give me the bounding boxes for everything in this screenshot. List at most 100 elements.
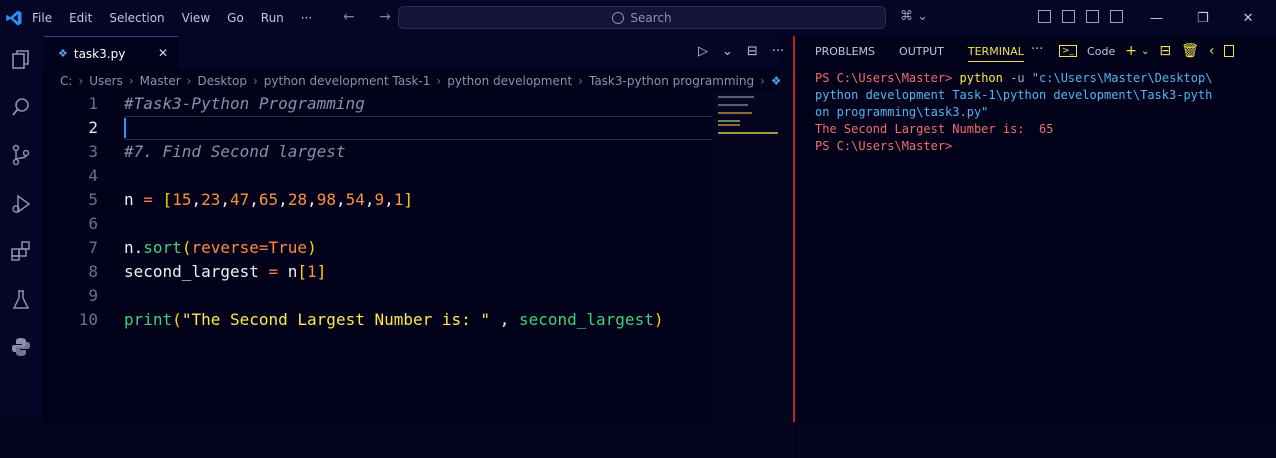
split-editor-icon[interactable]: ⊟: [747, 44, 758, 59]
menu-file[interactable]: File: [32, 11, 52, 25]
run-debug-icon[interactable]: [8, 191, 34, 217]
code-token: 1: [307, 262, 317, 281]
breadcrumb-item[interactable]: Task3-python programming: [589, 74, 754, 88]
code-line[interactable]: 7 n.sort(reverse=True): [42, 236, 712, 260]
customize-layout-icon[interactable]: [1038, 10, 1051, 23]
toggle-panel-icon[interactable]: [1086, 10, 1099, 23]
run-dropdown-icon[interactable]: ⌄: [722, 44, 733, 59]
line-number: 1: [88, 94, 98, 113]
chevron-right-icon: ›: [252, 74, 258, 88]
line-number: 8: [88, 262, 98, 281]
menu-edit[interactable]: Edit: [69, 11, 92, 25]
editor-more-actions-icon[interactable]: ···: [772, 44, 784, 59]
terminal-flag: -u: [1010, 71, 1025, 85]
breadcrumb-item[interactable]: python development Task-1: [264, 74, 431, 88]
code-editor[interactable]: 1 #Task3-Python Programming 2 3 #7. Find Sec…: [42, 92, 712, 332]
code-line[interactable]: 2: [42, 116, 712, 140]
terminal-line: The Second Largest Number is: 65: [815, 121, 1260, 138]
tab-task3-py[interactable]: ❖ task3.py ✕: [44, 36, 178, 70]
new-terminal-icon[interactable]: +: [1125, 43, 1137, 59]
code-token: 65: [258, 190, 279, 209]
editor-scrollbar[interactable]: [780, 72, 794, 458]
minimap[interactable]: [712, 92, 780, 422]
terminal-line: PS C:\Users\Master>: [815, 138, 1260, 155]
menu-run[interactable]: Run: [261, 11, 284, 25]
code-token: ,: [220, 190, 230, 209]
terminal-command: python: [959, 71, 1003, 85]
code-token: n: [124, 190, 144, 209]
breadcrumb-item[interactable]: Desktop: [197, 74, 247, 88]
maximize-panel-icon[interactable]: [1224, 45, 1235, 57]
breadcrumb-item[interactable]: Master: [140, 74, 181, 88]
restore-icon[interactable]: ❐: [1197, 11, 1209, 26]
extensions-icon[interactable]: [8, 238, 34, 264]
code-line[interactable]: 4: [42, 164, 712, 188]
code-line[interactable]: 8 second_largest = n[1]: [42, 260, 712, 284]
minimap-line: [718, 120, 740, 122]
terminal-path: "c:\Users\Master\Desktop\: [1031, 71, 1213, 85]
editor-actions: ▷ ⌄ ⊟ ···: [698, 44, 784, 59]
breadcrumb-item[interactable]: python development: [447, 74, 572, 88]
close-tab-icon[interactable]: ✕: [158, 46, 168, 60]
code-line[interactable]: 1 #Task3-Python Programming: [42, 92, 712, 116]
search-icon: [612, 11, 625, 24]
split-terminal-icon[interactable]: ⊟: [1159, 43, 1171, 59]
code-token: 47: [230, 190, 250, 209]
search-view-icon[interactable]: [8, 94, 34, 120]
code-token: 54: [345, 190, 365, 209]
kill-terminal-icon[interactable]: 🗑: [1181, 43, 1199, 59]
terminal-output[interactable]: PS C:\Users\Master> python -u "c:\Users\…: [815, 70, 1260, 155]
code-line[interactable]: 6: [42, 212, 712, 236]
menu-more[interactable]: ···: [301, 11, 312, 25]
source-control-icon[interactable]: [8, 142, 34, 168]
code-line[interactable]: 5n = [15,23,47,65,28,98,54,9,1]: [42, 188, 712, 212]
chevron-right-icon: ›: [436, 74, 442, 88]
python-icon[interactable]: [8, 334, 34, 360]
code-token: (: [181, 238, 192, 257]
layout-controls: [1038, 10, 1123, 23]
line-source: #Task3-Python Programming: [124, 92, 365, 116]
breadcrumb-item[interactable]: Users: [89, 74, 123, 88]
run-python-file-icon[interactable]: ▷: [698, 44, 708, 59]
panel-more-icon[interactable]: ···: [1031, 42, 1043, 57]
code-line[interactable]: 9: [42, 284, 712, 308]
explorer-icon[interactable]: [8, 47, 34, 73]
menu-go[interactable]: Go: [227, 11, 244, 25]
code-line[interactable]: 10 print("The Second Largest Number is: "…: [42, 308, 712, 332]
minimize-icon[interactable]: —: [1150, 11, 1163, 26]
terminal-shell-icon: >_: [1059, 45, 1078, 57]
vscode-logo-icon[interactable]: [5, 9, 23, 27]
panel-back-icon[interactable]: ‹: [1209, 43, 1215, 59]
toggle-primary-sidebar-icon[interactable]: [1062, 10, 1075, 23]
code-token: [: [162, 190, 173, 209]
chevron-right-icon: ›: [186, 74, 192, 88]
copilot-icon[interactable]: ⌘ ⌄: [900, 9, 928, 24]
code-token: second_largest: [124, 262, 269, 281]
code-line[interactable]: 3 #7. Find Second largest: [42, 140, 712, 164]
command-center-search[interactable]: Search: [398, 6, 886, 29]
terminal-shell-label[interactable]: Code: [1087, 45, 1115, 58]
program-output: The Second Largest Number is: 65: [815, 122, 1054, 136]
tab-problems[interactable]: PROBLEMS: [815, 45, 875, 62]
line-source: n = [15,23,47,65,28,98,54,9,1]: [124, 188, 413, 212]
close-window-icon[interactable]: ✕: [1243, 11, 1254, 26]
terminal-panel: PROBLEMS OUTPUT TERMINAL ··· >_ Code + ⌄…: [795, 36, 1276, 422]
menu-selection[interactable]: Selection: [109, 11, 164, 25]
editor-tab-bar: ❖ task3.py ✕ ▷ ⌄ ⊟ ···: [42, 36, 784, 70]
tab-terminal[interactable]: TERMINAL: [967, 45, 1024, 62]
terminal-prompt: PS C:\Users\Master>: [815, 71, 953, 85]
tab-output[interactable]: OUTPUT: [899, 45, 944, 62]
terminal-prompt: PS C:\Users\Master>: [815, 139, 953, 153]
toggle-secondary-sidebar-icon[interactable]: [1110, 10, 1123, 23]
code-token: 9: [374, 190, 385, 209]
menu-view[interactable]: View: [182, 11, 210, 25]
minimap-line: [718, 132, 778, 134]
breadcrumb-item[interactable]: C:: [60, 74, 72, 88]
terminal-dropdown-icon[interactable]: ⌄: [1141, 46, 1149, 57]
code-token: "The Second Largest Number is: ": [181, 310, 491, 329]
nav-arrows-icon[interactable]: ← →: [343, 9, 401, 25]
terminal-path: python development Task-1\python develop…: [815, 88, 1213, 102]
testing-flask-icon[interactable]: [8, 287, 34, 313]
code-token: sort: [143, 238, 182, 257]
